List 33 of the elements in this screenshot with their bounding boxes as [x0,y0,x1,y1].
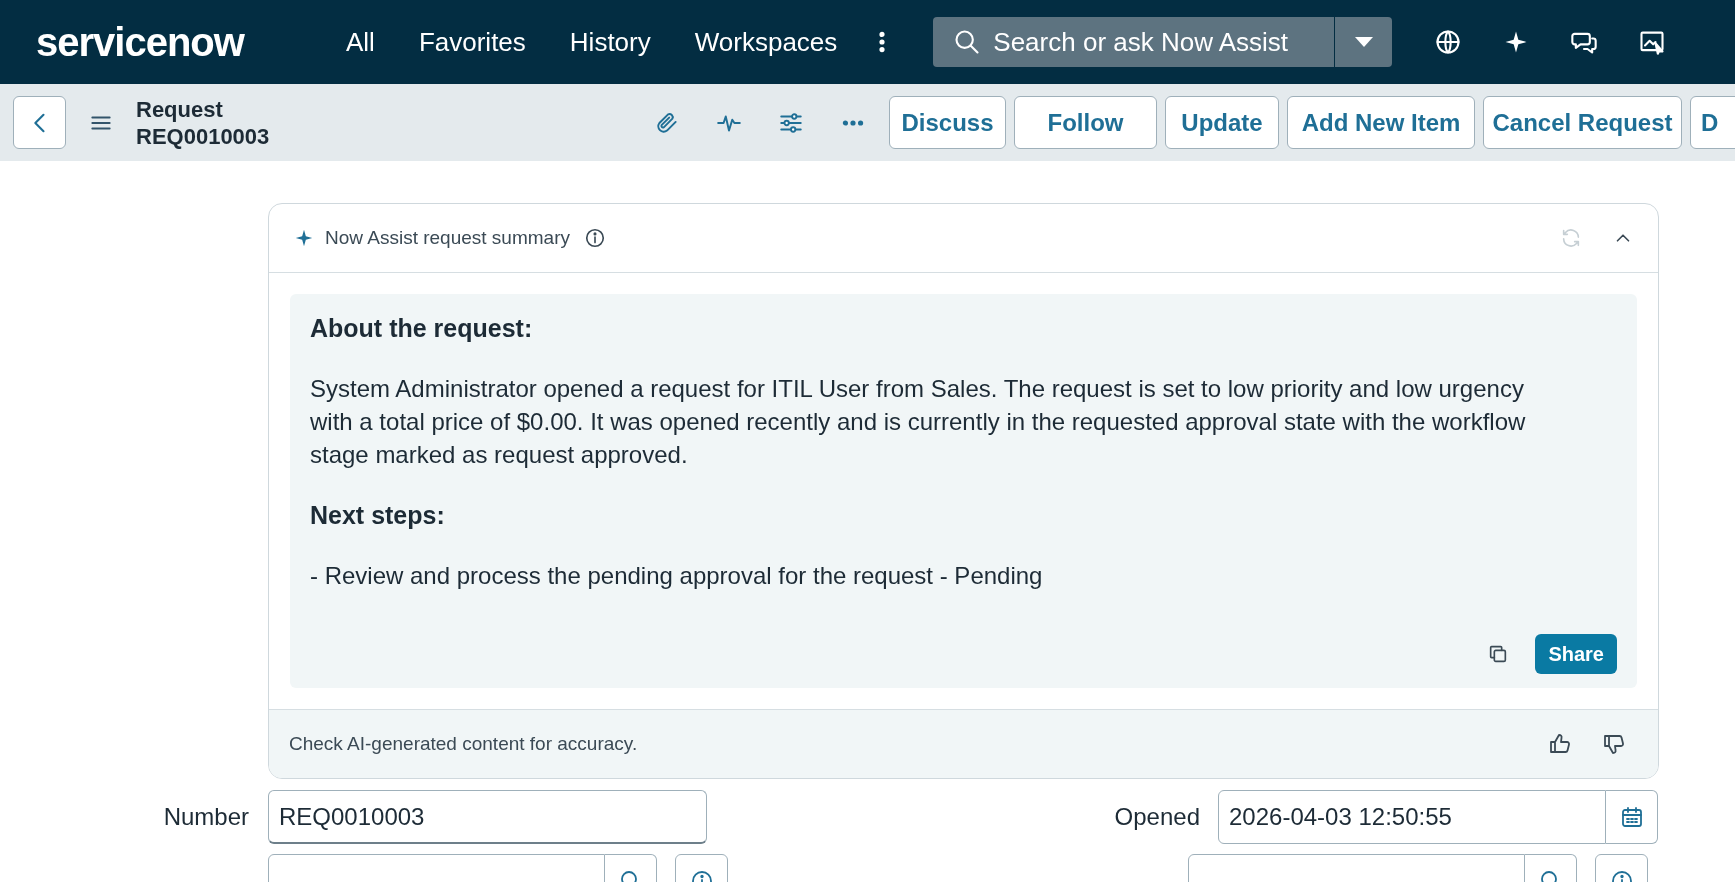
toolbar-button[interactable]: Update [1165,96,1279,149]
thumbs-up-icon[interactable] [1548,732,1572,756]
calendar-button[interactable] [1606,790,1658,844]
disclaimer-text: Check AI-generated content for accuracy. [289,731,638,756]
share-button[interactable]: Share [1535,634,1617,674]
toolbar-button[interactable]: Add New Item [1287,96,1475,149]
card-title: Now Assist request summary [325,225,570,250]
search-input[interactable]: Search or ask Now Assist [993,22,1314,62]
nav-link[interactable]: Workspaces [694,22,838,62]
input-field[interactable]: 2026-04-03 12:50:55 [1218,790,1606,844]
record-number: REQ0010003 [136,122,271,150]
search-icon [953,28,982,56]
toolbar-button[interactable]: Follow [1014,96,1157,149]
section-heading: Next steps: [310,500,446,531]
caret-icon [1353,36,1374,48]
form-title: Request [136,95,224,123]
summary-text: - Review and process the pending approval for the request - Pending [310,561,1044,591]
toolbar-button[interactable]: D [1690,96,1735,149]
search-field[interactable]: Search or ask Now Assist [933,17,1393,67]
field-label: Number [162,802,249,832]
thumbs-down-icon[interactable] [1602,732,1626,756]
nav-link[interactable]: Favorites [418,22,526,62]
summary-text: System Administrator opened a request for ITIL User from Sales. The request is set to low priority and low urgency with a total price of $0.00. It was opened recently and is currently in the requested approval state with the workflow stage marked as request approved. [310,374,1527,470]
nav-link[interactable]: All [346,22,375,62]
servicenow-logo: servicenow [36,19,246,66]
toolbar-button[interactable]: Cancel Request [1483,96,1682,149]
field-label: Opened [1113,802,1200,832]
input-field[interactable]: REQ0010003 [268,790,707,844]
calendar-icon [1619,805,1644,829]
info-icon[interactable] [583,227,606,249]
nav-link[interactable]: History [569,22,651,62]
toolbar-button[interactable]: Discuss [889,96,1006,149]
section-heading: About the request: [310,313,534,344]
